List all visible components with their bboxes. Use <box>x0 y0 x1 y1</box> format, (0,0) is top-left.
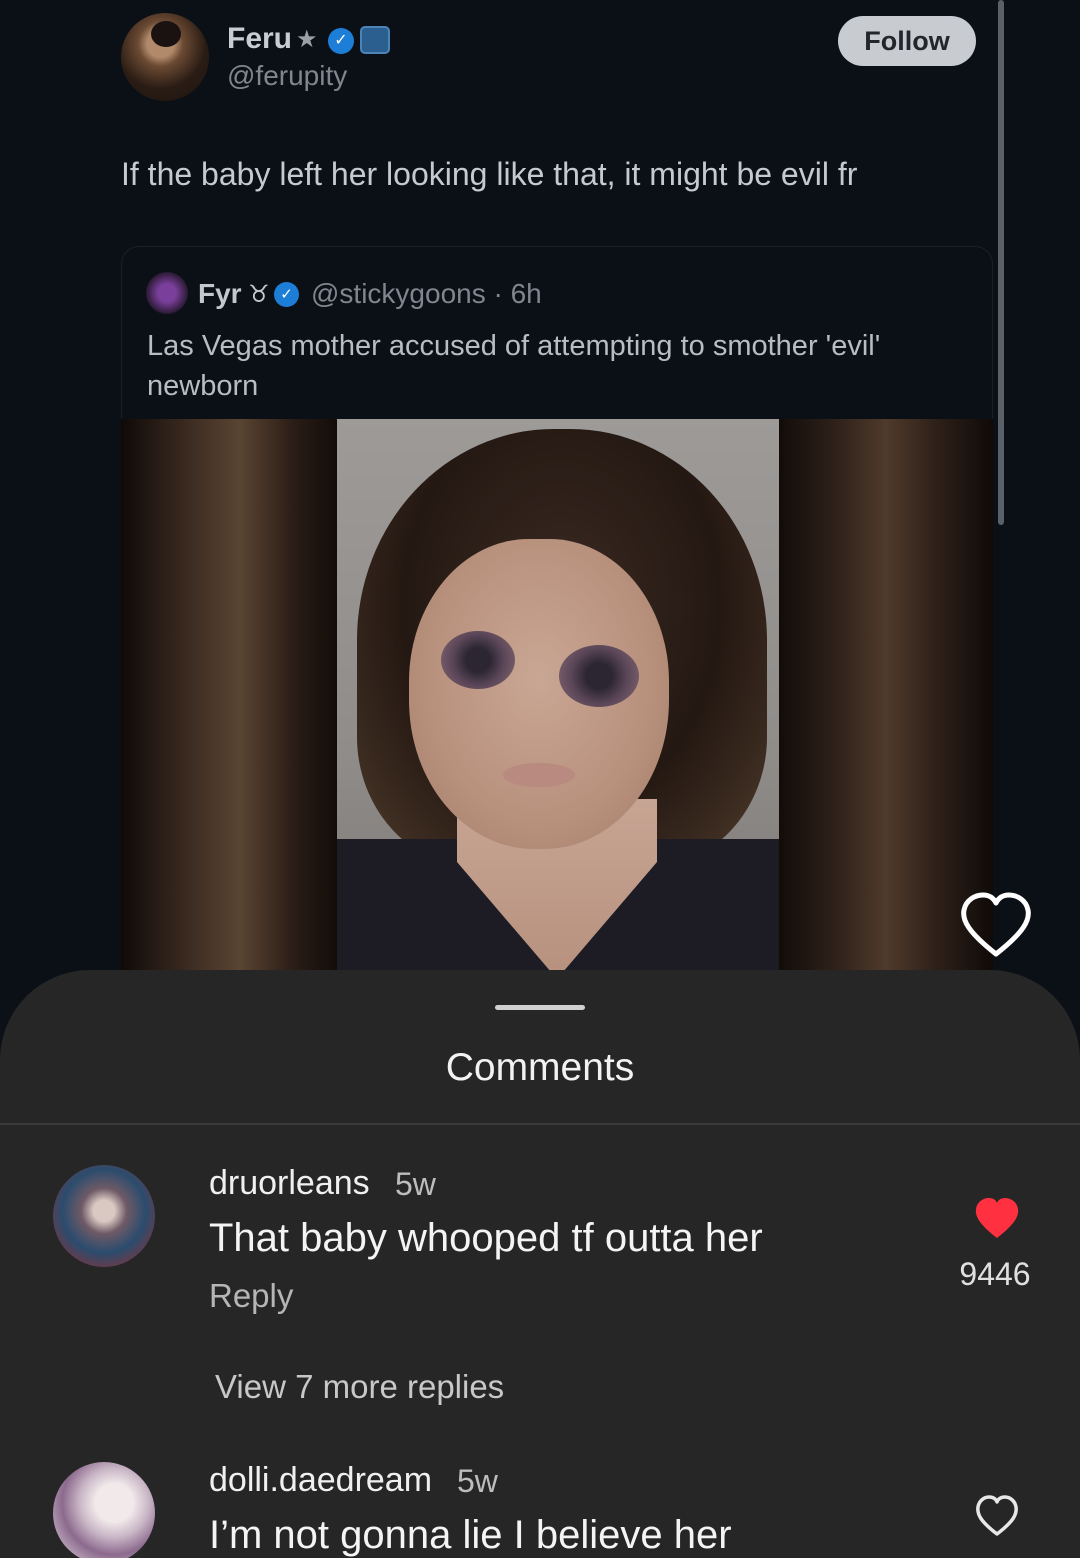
comment-avatar[interactable] <box>53 1462 155 1558</box>
affiliation-badge-icon <box>360 26 390 54</box>
divider <box>0 1123 1080 1125</box>
like-heart-icon[interactable] <box>958 890 1034 960</box>
comment-time: 5w <box>457 1463 498 1499</box>
like-heart-icon[interactable] <box>974 1494 1020 1538</box>
comments-title: Comments <box>445 1046 635 1089</box>
follow-button[interactable]: Follow <box>838 16 976 66</box>
comment-time: 5w <box>395 1166 436 1202</box>
quoted-author-handle-time: @stickygoons · 6h <box>311 278 542 309</box>
liked-heart-icon[interactable] <box>973 1196 1021 1240</box>
scrollbar[interactable] <box>998 0 1004 525</box>
author-avatar[interactable] <box>121 13 209 101</box>
comment-text: That baby whooped tf outta her <box>209 1216 763 1260</box>
photo-eye-left <box>441 631 515 689</box>
verified-badge-icon: ✓ <box>328 28 354 54</box>
like-count: 9446 <box>959 1256 1031 1292</box>
comment-username[interactable]: dolli.daedream <box>209 1461 432 1500</box>
photo-eye-right <box>559 645 639 707</box>
photo-lips <box>503 763 575 787</box>
mugshot-photo <box>337 419 779 979</box>
tweet-media-image[interactable] <box>121 419 993 979</box>
author-handle[interactable]: @ferupity <box>227 60 347 92</box>
comment-avatar[interactable] <box>53 1165 155 1267</box>
comment-username[interactable]: druorleans <box>209 1164 370 1203</box>
view-more-replies-button[interactable]: View 7 more replies <box>215 1368 504 1406</box>
zodiac-icon: ♉ <box>248 281 270 308</box>
sheet-drag-handle[interactable] <box>495 1005 585 1010</box>
quoted-author-name[interactable]: Fyr <box>198 278 242 310</box>
quoted-verified-badge-icon: ✓ <box>274 282 299 307</box>
quoted-tweet-text: Las Vegas mother accused of attempting t… <box>147 330 881 402</box>
reply-button[interactable]: Reply <box>209 1277 293 1315</box>
screen: Feru ★ ✓ @ferupity Follow If the baby le… <box>0 0 1080 1558</box>
quoted-author-avatar[interactable] <box>146 272 188 314</box>
author-name[interactable]: Feru <box>227 22 292 56</box>
star-icon: ★ <box>296 26 318 53</box>
media-blur-left <box>121 419 337 979</box>
tweet-text: If the baby left her looking like that, … <box>121 156 858 192</box>
comment-text: I’m not gonna lie I believe her <box>209 1513 732 1557</box>
